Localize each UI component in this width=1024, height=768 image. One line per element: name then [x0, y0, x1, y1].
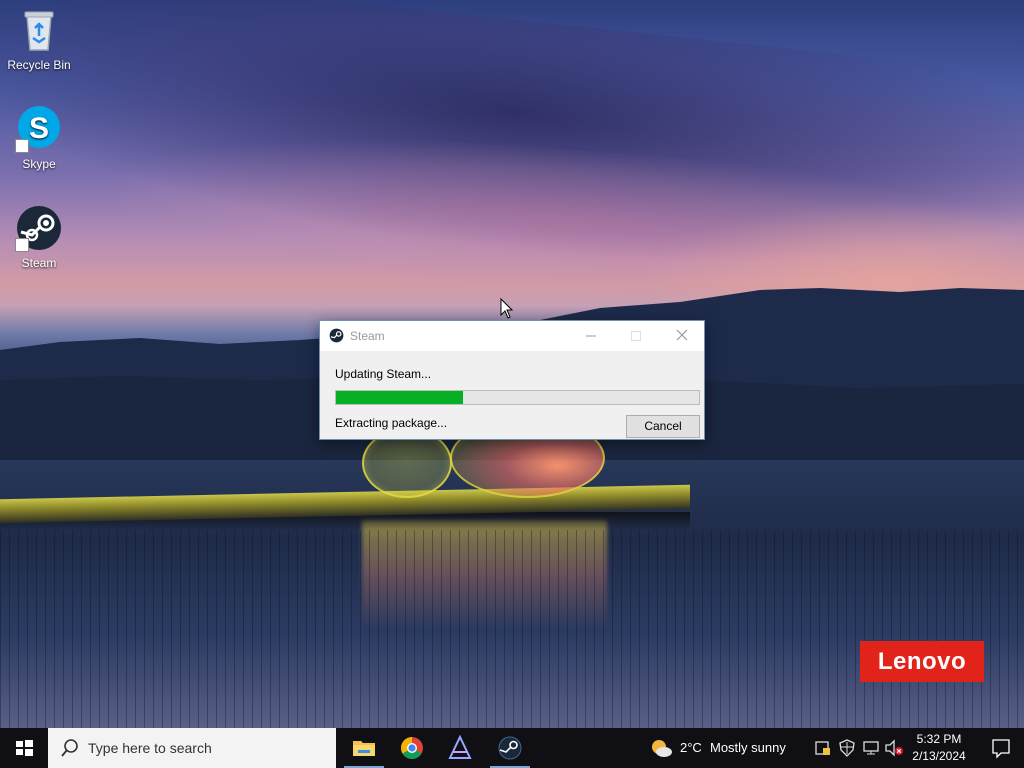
desktop-icon-label: Skype: [22, 157, 56, 171]
recycle-bin-icon: [15, 6, 63, 54]
maximize-button[interactable]: [613, 321, 658, 351]
close-button[interactable]: [659, 321, 704, 351]
partly-sunny-icon: [652, 740, 672, 757]
windows-icon: [16, 740, 33, 756]
maximize-icon: [630, 331, 641, 341]
taskbar-app-chrome[interactable]: [388, 728, 436, 768]
dialog-titlebar[interactable]: Steam: [320, 321, 704, 351]
update-status-text: Updating Steam...: [335, 367, 432, 381]
app-icon: [448, 734, 472, 759]
chrome-icon: [401, 737, 423, 759]
weather-temperature: 2°C: [680, 740, 702, 755]
defender-shield-icon: [839, 739, 855, 757]
desktop-icon-label: Recycle Bin: [7, 58, 71, 72]
lenovo-logo: Lenovo: [860, 641, 984, 682]
search-placeholder: Type here to search: [88, 740, 212, 756]
clock-time: 5:32 PM: [916, 732, 962, 746]
desktop-icon-recycle-bin[interactable]: Recycle Bin: [1, 6, 77, 72]
taskbar: Type here to search 2°C Mostly sunny 5:3…: [0, 728, 1024, 768]
taskbar-app-steam[interactable]: [486, 728, 534, 768]
update-progress-bar: [335, 390, 700, 405]
steam-update-dialog: Steam Updating Steam... Extracting packa…: [319, 320, 705, 440]
taskbar-app-pinned[interactable]: [436, 728, 484, 768]
desktop-icon-steam[interactable]: Steam: [1, 204, 77, 270]
tray-volume-icon[interactable]: [884, 739, 903, 757]
minimize-icon: [585, 335, 596, 337]
shortcut-arrow-icon: [15, 238, 29, 252]
taskbar-search-box[interactable]: Type here to search: [48, 728, 336, 768]
close-icon: [676, 329, 687, 341]
shortcut-arrow-icon: [15, 139, 29, 153]
tray-defender-icon[interactable]: [838, 739, 856, 757]
notification-icon: [992, 739, 1010, 759]
steam-icon: [329, 328, 344, 343]
desktop-icon-skype[interactable]: S Skype: [1, 105, 77, 171]
update-detail-text: Extracting package...: [335, 416, 448, 430]
notification-center-button[interactable]: [980, 728, 1024, 768]
wallpaper-reeds: [0, 530, 1024, 728]
weather-condition: Mostly sunny: [710, 740, 786, 755]
file-explorer-icon: [353, 741, 375, 756]
network-icon: [863, 741, 879, 755]
taskbar-clock[interactable]: 5:32 PM 2/13/2024: [906, 731, 972, 765]
clock-date: 2/13/2024: [912, 749, 966, 763]
start-button[interactable]: [0, 728, 48, 768]
desktop-icon-label: Steam: [21, 256, 57, 270]
skype-icon: S: [15, 105, 63, 153]
steam-icon: [15, 204, 63, 252]
dialog-title: Steam: [350, 329, 385, 343]
minimize-button[interactable]: [568, 321, 613, 351]
shield-icon: [815, 741, 830, 755]
svg-text:S: S: [29, 112, 49, 145]
taskbar-app-file-explorer[interactable]: [340, 728, 388, 768]
tray-network-icon[interactable]: [862, 739, 880, 757]
steam-icon: [498, 736, 522, 760]
volume-muted-icon: [885, 739, 903, 757]
tray-security-icon[interactable]: [814, 739, 832, 757]
cancel-button[interactable]: Cancel: [626, 415, 700, 438]
mouse-cursor-icon: [500, 298, 514, 319]
search-icon: [61, 739, 78, 757]
update-progress-fill: [336, 391, 463, 404]
